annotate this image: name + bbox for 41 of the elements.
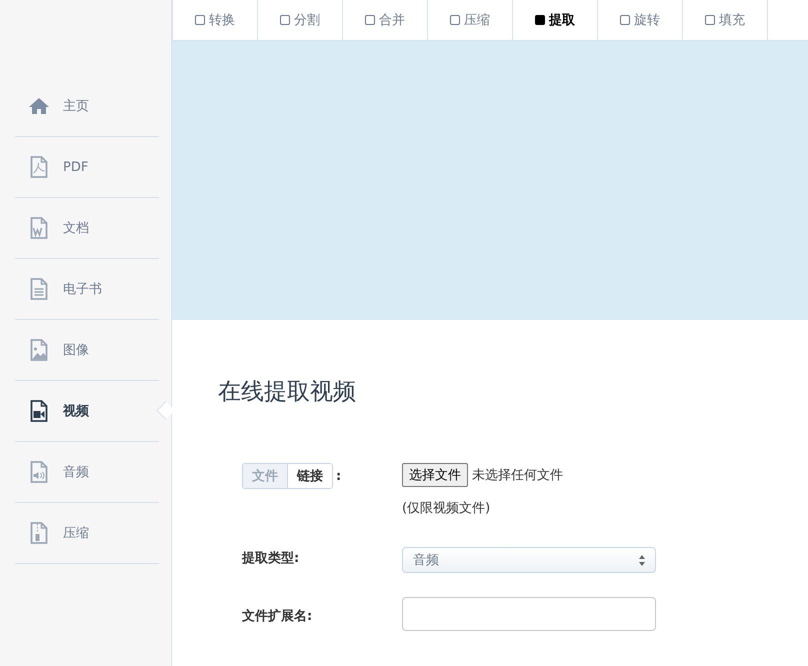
tab[interactable]: 压缩 — [428, 0, 513, 40]
sidebar-item[interactable]: 文档 — [15, 198, 159, 259]
tab[interactable]: 分割 — [258, 0, 343, 40]
sidebar-item[interactable]: 视频 — [15, 381, 159, 442]
page-title: 在线提取视频 — [218, 378, 357, 407]
word-file-icon — [29, 217, 49, 239]
file-status: 未选择任何文件 — [472, 467, 563, 484]
sidebar-item[interactable]: PDF — [15, 137, 159, 198]
square-icon — [195, 15, 205, 25]
colon: : — [336, 468, 342, 484]
sidebar-item[interactable]: 音频 — [15, 442, 159, 503]
type-select[interactable]: 音频 — [402, 547, 656, 573]
text-file-icon — [29, 278, 49, 300]
square-icon — [280, 15, 290, 25]
sidebar-item[interactable]: 电子书 — [15, 259, 159, 320]
tab[interactable]: 转换 — [172, 0, 258, 40]
choose-file-button[interactable]: 选择文件 — [402, 463, 468, 487]
sidebar-item[interactable]: 主页 — [15, 76, 159, 137]
tab[interactable]: 提取 — [513, 0, 598, 40]
video-file-icon — [29, 400, 49, 422]
sidebar-item[interactable]: 压缩 — [15, 503, 159, 564]
field-label: 文件扩展名: — [242, 608, 314, 625]
sort-arrows-icon — [639, 554, 645, 566]
sidebar-item[interactable]: 图像 — [15, 320, 159, 381]
square-icon — [365, 15, 375, 25]
file-hint: (仅限视频文件) — [402, 500, 492, 517]
audio-file-icon — [29, 461, 49, 483]
extension-field[interactable] — [402, 597, 656, 631]
pdf-file-icon — [29, 156, 49, 178]
image-file-icon — [29, 339, 49, 361]
home-icon — [29, 96, 49, 116]
tab[interactable]: 合并 — [343, 0, 428, 40]
square-icon — [705, 15, 715, 25]
square-icon — [450, 15, 460, 25]
square-icon — [535, 15, 545, 25]
tab[interactable]: 旋转 — [598, 0, 683, 40]
toggle-option[interactable]: 链接 — [287, 464, 332, 488]
zip-file-icon — [29, 522, 49, 544]
tab[interactable]: 填充 — [683, 0, 768, 40]
square-icon — [620, 15, 630, 25]
field-label: 提取类型: — [242, 550, 300, 567]
